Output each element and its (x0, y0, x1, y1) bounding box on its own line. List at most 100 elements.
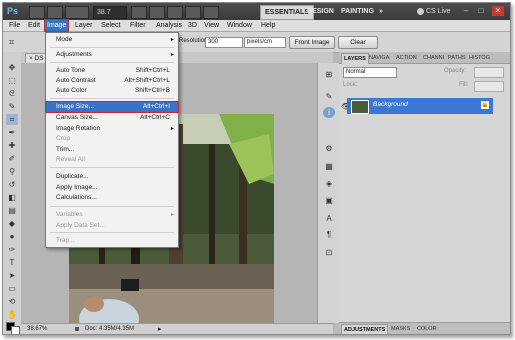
submenu-arrow-icon: ▸ (170, 52, 174, 58)
menu-bar: File Edit Image Layer Select Filter Anal… (3, 19, 510, 32)
tab-color[interactable]: COLOR (415, 324, 439, 334)
resolution-unit-select[interactable]: pixels/cm (244, 37, 286, 48)
info-panel-icon[interactable]: i (323, 107, 335, 118)
resolution-input[interactable]: 300 (205, 37, 243, 48)
menu-item-image-size[interactable]: Image Size... Alt+Ctrl+I (45, 101, 179, 113)
menu-item-canvas-size[interactable]: Canvas Size... Alt+Ctrl+C (46, 113, 178, 123)
menu-help[interactable]: Help (259, 20, 277, 31)
brush-tool-icon[interactable]: ✐ (6, 153, 18, 164)
menu-select[interactable]: Select (99, 20, 122, 31)
tab-actions[interactable]: ACTION (394, 53, 419, 63)
background-color-swatch[interactable] (11, 326, 20, 334)
menu-item-duplicate[interactable]: Duplicate... (46, 172, 178, 182)
submenu-arrow-icon: ▸ (170, 212, 174, 218)
menu-item-mode[interactable]: Mode ▸ (46, 35, 178, 45)
lock-icon: 🔒 (481, 101, 489, 109)
menu-separator (50, 62, 174, 63)
front-image-button[interactable]: Front Image (289, 36, 335, 49)
menu-3d[interactable]: 3D (186, 20, 199, 31)
hand-tool-icon[interactable]: ✋ (6, 309, 18, 320)
gradient-tool-icon[interactable]: ▤ (6, 205, 18, 216)
rotate-view-button[interactable] (167, 6, 183, 19)
layer-row-background[interactable]: Background 🔒 (347, 98, 493, 114)
crop-tool-icon[interactable]: ⌗ (6, 114, 18, 125)
blend-mode-select[interactable]: Normal (343, 67, 397, 78)
screen-mode-button[interactable] (203, 6, 219, 19)
crop-tool-icon[interactable]: ⌗ (9, 37, 19, 47)
tab-paths[interactable]: PATHS (446, 53, 468, 63)
view-extras-button[interactable] (65, 6, 89, 19)
eraser-tool-icon[interactable]: ◧ (6, 192, 18, 203)
more-workspaces-button[interactable]: » (375, 5, 387, 18)
styles-panel-icon[interactable]: ◈ (323, 178, 335, 189)
hand-tool-button[interactable] (131, 6, 147, 19)
healing-brush-icon[interactable]: ✚ (6, 140, 18, 151)
menu-item-image-rotation[interactable]: Image Rotation ▸ (46, 124, 178, 134)
blur-tool-icon[interactable]: ◆ (6, 218, 18, 229)
status-arrow-icon[interactable]: ▸ (158, 324, 162, 334)
menu-view[interactable]: View (202, 20, 221, 31)
image-menu-dropdown: Mode ▸ Adjustments ▸ Auto Tone Shift+Ctrl+L… (45, 32, 179, 248)
close-button[interactable]: ✕ (492, 6, 504, 16)
tab-navigator[interactable]: NAVIGA (367, 53, 391, 63)
menu-analysis[interactable]: Analysis (154, 20, 184, 31)
arrange-documents-button[interactable] (185, 6, 201, 19)
cs-live-icon (417, 7, 424, 15)
menu-item-calculations[interactable]: Calculations... (46, 193, 178, 203)
adjust-panel-icon[interactable]: ⚙ (323, 143, 335, 154)
type-tool-icon[interactable]: T (6, 257, 18, 268)
opacity-input[interactable] (474, 67, 504, 78)
pen-tool-icon[interactable]: ✑ (6, 244, 18, 255)
quick-select-tool-icon[interactable]: ✎ (6, 101, 18, 112)
menu-item-reveal-all: Reveal All (56, 156, 85, 163)
dodge-tool-icon[interactable]: ● (6, 231, 18, 242)
history-brush-icon[interactable]: ↺ (6, 179, 18, 190)
path-select-icon[interactable]: ➤ (6, 270, 18, 281)
menu-item-adjustments[interactable]: Adjustments ▸ (46, 50, 178, 60)
zoom-status[interactable]: 38.67% (27, 324, 47, 334)
history-panel-icon[interactable]: ⊞ (323, 69, 335, 80)
fill-input[interactable] (474, 81, 504, 92)
menu-edit[interactable]: Edit (26, 20, 42, 31)
clone-source-icon[interactable]: ⊡ (323, 247, 335, 258)
clear-button[interactable]: Clear (338, 36, 378, 49)
workspace-design[interactable]: DESIGN (303, 5, 338, 18)
brush-panel-icon[interactable]: ✎ (323, 91, 335, 102)
swatches-panel-icon[interactable]: ▦ (323, 161, 335, 172)
workspace-painting[interactable]: PAINTING (337, 5, 378, 18)
menu-filter[interactable]: Filter (128, 20, 148, 31)
menu-file[interactable]: File (7, 20, 22, 31)
menu-item-trim[interactable]: Trim... (46, 145, 178, 155)
app-logo: Ps (7, 6, 19, 16)
marquee-tool-icon[interactable]: ⬚ (6, 75, 18, 86)
lasso-tool-icon[interactable]: ᘓ (6, 88, 18, 99)
3d-rotate-icon[interactable]: ⟲ (6, 296, 18, 307)
tab-layers[interactable]: LAYERS (341, 53, 369, 64)
mini-bridge-button[interactable] (47, 6, 63, 19)
menu-layer[interactable]: Layer (73, 20, 95, 31)
tab-channels[interactable]: CHANNI (421, 53, 446, 63)
maximize-button[interactable]: □ (475, 6, 487, 16)
minimize-button[interactable]: – (460, 6, 472, 16)
zoom-tool-button[interactable] (149, 6, 165, 19)
layer-comps-icon[interactable]: ▣ (323, 195, 335, 206)
move-tool-icon[interactable]: ✥ (6, 62, 18, 73)
paragraph-panel-icon[interactable]: ¶ (323, 229, 335, 240)
menu-window[interactable]: Window (225, 20, 254, 31)
cs-live-button[interactable]: CS Live (417, 6, 451, 17)
tab-adjustments[interactable]: ADJUSTMENTS (341, 324, 389, 334)
zoom-level-field[interactable]: 38.7 (93, 6, 127, 19)
toolbox: ✥ ⬚ ᘓ ✎ ⌗ ✒ ✚ ✐ ⚲ ↺ ◧ ▤ ◆ ● ✑ T ➤ ▭ ⟲ ✋ (3, 52, 22, 334)
tab-histogram[interactable]: HISTOG (467, 53, 492, 63)
bridge-button[interactable] (29, 6, 45, 19)
character-panel-icon[interactable]: A (323, 213, 335, 224)
menu-item-auto-color[interactable]: Auto Color Shift+Ctrl+B (46, 86, 178, 96)
menu-image[interactable]: Image (43, 19, 70, 32)
tab-masks[interactable]: MASKS (389, 324, 412, 334)
shape-tool-icon[interactable]: ▭ (6, 283, 18, 294)
eyedropper-tool-icon[interactable]: ✒ (6, 127, 18, 138)
clone-stamp-icon[interactable]: ⚲ (6, 166, 18, 177)
menu-item-auto-contrast[interactable]: Auto Contrast Alt+Shift+Ctrl+L (46, 76, 178, 86)
menu-item-auto-tone[interactable]: Auto Tone Shift+Ctrl+L (46, 66, 178, 76)
menu-item-apply-image[interactable]: Apply Image... (46, 183, 178, 193)
